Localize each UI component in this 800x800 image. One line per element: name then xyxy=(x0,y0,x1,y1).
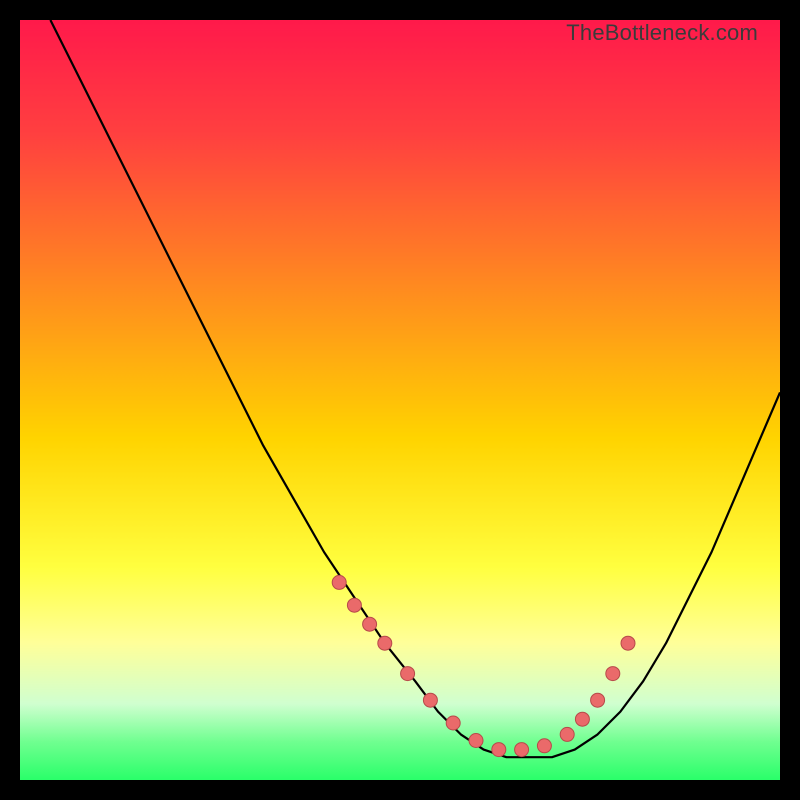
highlight-dot xyxy=(560,727,574,741)
highlight-dot xyxy=(446,716,460,730)
highlight-dot xyxy=(591,693,605,707)
highlight-dot xyxy=(378,636,392,650)
chart-frame: TheBottleneck.com xyxy=(0,0,800,800)
highlight-dot xyxy=(515,743,529,757)
watermark-text: TheBottleneck.com xyxy=(566,20,758,46)
highlight-dot xyxy=(621,636,635,650)
highlight-dot xyxy=(469,734,483,748)
curve-layer xyxy=(20,20,780,780)
highlight-dot xyxy=(423,693,437,707)
highlight-dot xyxy=(492,743,506,757)
highlight-dot xyxy=(401,667,415,681)
highlight-dot xyxy=(537,739,551,753)
highlight-dot xyxy=(575,712,589,726)
highlight-dot xyxy=(332,575,346,589)
highlight-dot xyxy=(606,667,620,681)
highlight-dot xyxy=(363,617,377,631)
bottleneck-curve xyxy=(50,20,780,757)
highlight-dot xyxy=(347,598,361,612)
plot-area: TheBottleneck.com xyxy=(20,20,780,780)
